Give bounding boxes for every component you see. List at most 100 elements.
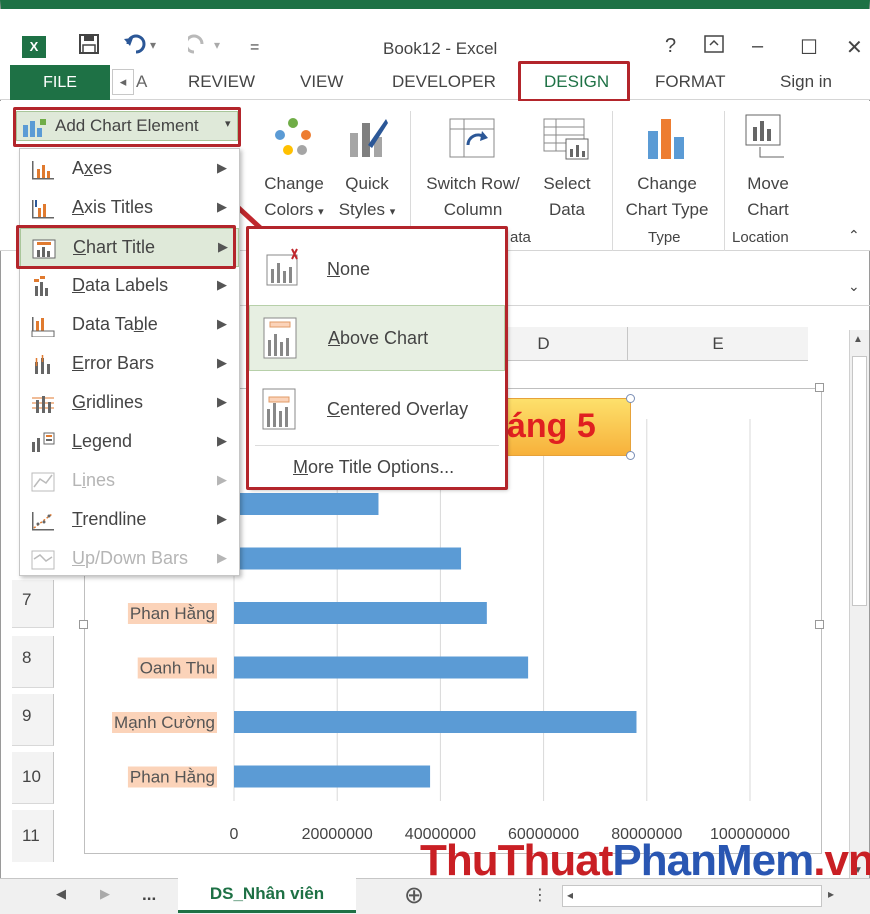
add-chart-element-menu: Axes ▶ Axis Titles ▶ Chart Title ▶ Data Labels… <box>16 148 240 579</box>
design-tab-highlight <box>518 61 630 102</box>
quick-styles-label-2: Styles <box>338 200 386 219</box>
redo-icon[interactable]: ▾ <box>184 33 228 61</box>
data-labels-icon <box>34 276 48 296</box>
ribbon-separator <box>724 111 725 251</box>
chevron-right-icon: ▶ <box>217 277 227 292</box>
bar[interactable] <box>234 711 637 733</box>
category-label: Mạnh Cường <box>114 713 215 732</box>
menu-item-gridlines[interactable]: Gridlines ▶ <box>20 384 239 423</box>
help-button[interactable]: ? <box>665 35 676 58</box>
scroll-right-icon[interactable]: ▸ <box>828 887 834 901</box>
row-header-11[interactable]: 11 <box>12 810 54 862</box>
customize-qat-icon[interactable]: = <box>250 39 259 57</box>
row-header-9[interactable]: 9 <box>12 694 54 746</box>
chart-resize-handle[interactable] <box>79 620 88 629</box>
chevron-right-icon: ▶ <box>217 199 227 214</box>
group-location-label: Location <box>732 229 789 246</box>
tab-review[interactable]: REVIEW <box>188 72 255 92</box>
horizontal-scrollbar[interactable]: ◂ <box>562 885 822 907</box>
add-chart-element-highlight <box>13 107 241 147</box>
bar[interactable] <box>234 656 529 679</box>
menu-item-data-labels[interactable]: Data Labels ▶ <box>20 267 239 306</box>
tab-view[interactable]: VIEW <box>300 72 343 92</box>
chart-resize-handle[interactable] <box>815 383 824 392</box>
menu-item-up-down-bars: Up/Down Bars ▶ <box>20 540 239 579</box>
menu-item-legend[interactable]: Legend ▶ <box>20 423 239 462</box>
close-button[interactable]: ✕ <box>846 35 863 60</box>
group-type-label: Type <box>648 229 681 246</box>
tab-scroll-left-icon[interactable]: ◂ <box>112 69 134 95</box>
bar[interactable] <box>234 765 431 788</box>
scroll-left-icon[interactable]: ◂ <box>567 888 573 902</box>
chevron-right-icon: ▶ <box>217 433 227 448</box>
title-resize-handle[interactable] <box>626 394 635 403</box>
switch-row-column-icon <box>449 118 495 158</box>
chart-title[interactable]: áng 5 <box>496 398 631 456</box>
menu-item-axis-titles[interactable]: Axis Titles ▶ <box>20 189 239 228</box>
change-colors-icon <box>275 118 311 155</box>
menu-item-label: Lines <box>72 470 116 490</box>
column-header-e[interactable]: E <box>628 327 808 361</box>
tab-file[interactable]: FILE <box>10 65 110 100</box>
watermark-logo: ThuThuatPhanMem.vn <box>420 836 870 885</box>
change-chart-type-label-2: Chart Type <box>625 200 709 219</box>
title-resize-handle[interactable] <box>626 451 635 460</box>
menu-item-axes[interactable]: Axes ▶ <box>20 150 239 189</box>
gridlines-icon <box>32 396 54 413</box>
maximize-button[interactable]: ☐ <box>800 35 818 60</box>
chart-title-item-highlight <box>16 225 236 269</box>
sign-in-link[interactable]: Sign in <box>780 72 832 92</box>
bar[interactable] <box>234 602 487 624</box>
chart-resize-handle[interactable] <box>815 620 824 629</box>
row-header-10[interactable]: 10 <box>12 752 54 804</box>
vertical-scrollbar[interactable]: ▲ ▼ <box>849 330 869 878</box>
scroll-up-icon[interactable]: ▲ <box>853 334 863 345</box>
tab-split-handle[interactable]: ⋮ <box>532 885 548 905</box>
tab-format[interactable]: FORMAT <box>655 72 726 92</box>
bar[interactable] <box>234 547 462 570</box>
change-chart-type-button[interactable]: Change Chart Type <box>616 171 718 223</box>
menu-item-lines: Lines ▶ <box>20 462 239 501</box>
category-label: Phan Hằng <box>130 604 215 623</box>
menu-item-label: Data Table <box>72 314 158 334</box>
scroll-thumb[interactable] <box>852 356 867 606</box>
ribbon-display-options-icon[interactable] <box>704 35 724 59</box>
more-sheets-button[interactable]: ... <box>142 885 156 905</box>
prev-sheet-icon[interactable]: ◀ <box>56 886 66 902</box>
expand-formula-bar-icon[interactable]: ⌄ <box>848 278 860 295</box>
collapse-ribbon-icon[interactable]: ⌃ <box>848 227 860 244</box>
ribbon-separator <box>612 111 613 251</box>
quick-styles-button[interactable]: Quick Styles ▾ <box>334 171 400 225</box>
menu-item-label: Legend <box>72 431 133 451</box>
row-header-8[interactable]: 8 <box>12 636 54 688</box>
move-chart-icon <box>745 114 784 158</box>
chart-title-text: áng 5 <box>507 407 596 445</box>
save-icon[interactable] <box>78 33 100 61</box>
switch-row-column-button[interactable]: Switch Row/ Column <box>418 171 528 223</box>
menu-item-trendline[interactable]: Trendline ▶ <box>20 501 239 540</box>
menu-item-label: Trendline <box>72 509 147 529</box>
move-chart-label-2: Chart <box>747 200 789 219</box>
minimize-button[interactable]: – <box>752 35 763 58</box>
chevron-right-icon: ▶ <box>217 316 227 331</box>
switch-row-label-1: Switch Row/ <box>426 174 520 193</box>
axes-icon <box>32 161 54 180</box>
svg-text:▾: ▾ <box>214 38 220 52</box>
category-label: Phan Hằng <box>130 768 215 787</box>
menu-item-error-bars[interactable]: Error Bars ▶ <box>20 345 239 384</box>
menu-item-data-table[interactable]: Data Table ▶ <box>20 306 239 345</box>
excel-logo-icon: X <box>22 36 46 58</box>
bar[interactable] <box>234 493 379 515</box>
next-sheet-icon[interactable]: ▶ <box>100 886 110 902</box>
select-data-label-2: Data <box>549 200 585 219</box>
move-chart-button[interactable]: Move Chart <box>732 171 804 223</box>
x-tick-label: 20000000 <box>302 826 373 843</box>
tab-developer[interactable]: DEVELOPER <box>392 72 496 92</box>
row-header-7[interactable]: 7 <box>12 580 54 628</box>
chevron-right-icon: ▶ <box>217 472 227 487</box>
undo-icon[interactable]: ▾ <box>122 33 162 61</box>
sheet-tab-ds-nhan-vien[interactable]: DS_Nhân viên <box>178 877 356 913</box>
tab-partial[interactable]: A <box>136 72 147 92</box>
select-data-button[interactable]: Select Data <box>534 171 600 223</box>
chevron-right-icon: ▶ <box>217 511 227 526</box>
